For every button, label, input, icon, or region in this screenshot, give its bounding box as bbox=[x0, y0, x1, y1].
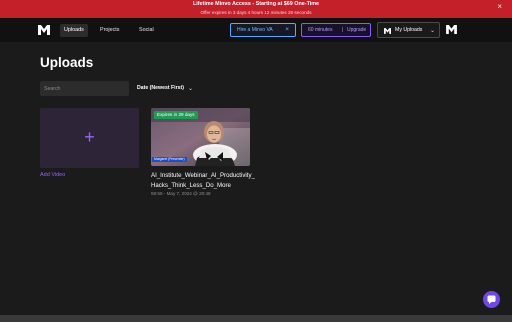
chat-bubble-icon bbox=[487, 295, 496, 304]
background-strip bbox=[0, 315, 512, 322]
tab-uploads[interactable]: Uploads bbox=[60, 24, 88, 37]
tab-projects[interactable]: Projects bbox=[96, 24, 123, 37]
minvo-logo-icon bbox=[384, 27, 391, 34]
hire-va-label: Hire a Minvo VA bbox=[237, 27, 273, 33]
minutes-remaining: 60 minutes bbox=[308, 27, 333, 33]
hire-va-button[interactable]: Hire a Minvo VA × bbox=[230, 23, 296, 37]
chevron-down-icon: ⌄ bbox=[188, 85, 194, 92]
banner-countdown: Offer expires in 3 days 4 hours 12 minut… bbox=[200, 9, 312, 15]
workspace-label: My Uploads bbox=[395, 27, 423, 33]
plus-icon: + bbox=[84, 127, 95, 147]
workspace-dropdown[interactable]: My Uploads ⌄ bbox=[377, 22, 440, 38]
sort-label: Date (Newest First) bbox=[137, 85, 184, 91]
minvo-logo-icon[interactable] bbox=[38, 25, 50, 35]
close-icon[interactable]: × bbox=[285, 26, 289, 33]
page-title: Uploads bbox=[40, 55, 94, 70]
close-icon[interactable]: × bbox=[497, 3, 502, 11]
video-meta: 59:55 - May 7, 2024 @ 20:48 bbox=[151, 191, 211, 196]
minutes-upgrade-button[interactable]: 60 minutes | Upgrade bbox=[301, 23, 371, 37]
tab-social[interactable]: Social bbox=[135, 24, 158, 37]
speaker-name-tag: Margaret (Presenter) bbox=[152, 157, 187, 162]
add-video-label[interactable]: Add Video bbox=[40, 172, 65, 178]
add-video-tile[interactable]: + bbox=[40, 108, 139, 168]
minvo-logo-icon[interactable] bbox=[446, 25, 457, 34]
chat-button[interactable] bbox=[483, 291, 500, 308]
promo-banner: Lifetime Minvo Access - Starting at $69 … bbox=[0, 0, 512, 18]
chevron-down-icon: ⌄ bbox=[430, 27, 436, 34]
upgrade-label: Upgrade bbox=[347, 27, 367, 33]
banner-title: Lifetime Minvo Access - Starting at $69 … bbox=[192, 1, 320, 7]
video-title[interactable]: AI_Institute_Webinar_AI_Productivity_Hac… bbox=[151, 171, 255, 190]
search-input[interactable] bbox=[40, 81, 129, 96]
minutes-separator: | bbox=[342, 26, 344, 33]
expires-badge: Expires in 29 days bbox=[154, 111, 198, 119]
